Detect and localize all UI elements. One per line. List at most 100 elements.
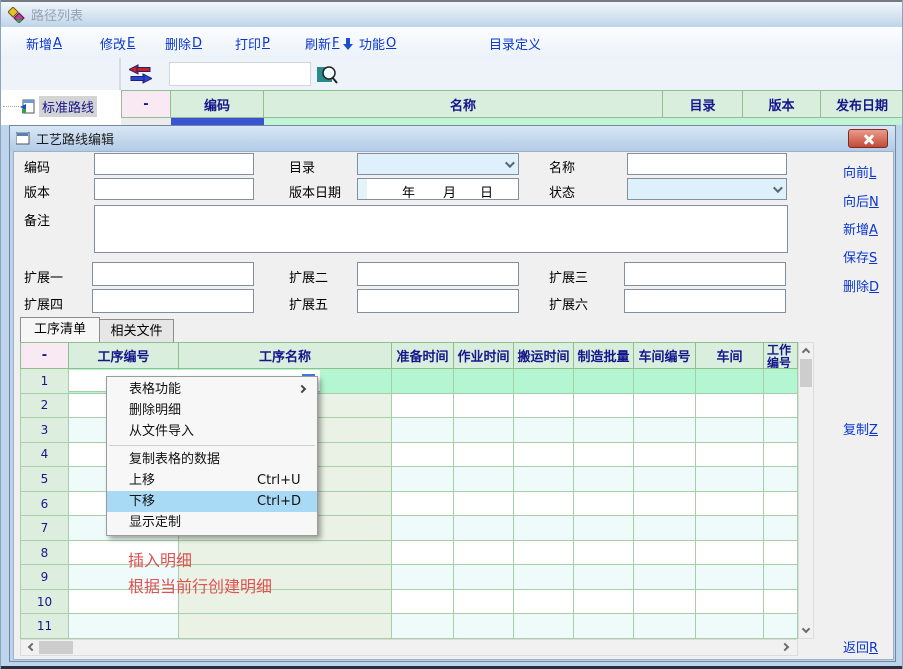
grid-cell[interactable] bbox=[392, 369, 454, 394]
grid-cell[interactable] bbox=[634, 369, 696, 394]
grid-row-number[interactable]: 11 bbox=[20, 614, 69, 639]
ext-input-2[interactable] bbox=[357, 262, 519, 286]
grid-row-number[interactable]: 1 bbox=[20, 369, 69, 394]
menu-item-delete[interactable]: 删除D bbox=[165, 34, 202, 53]
grid-column-header[interactable]: 车间编号 bbox=[634, 342, 696, 369]
search-icon[interactable] bbox=[317, 63, 339, 85]
grid-cell[interactable] bbox=[574, 516, 634, 541]
grid-cell[interactable] bbox=[514, 492, 574, 517]
grid-cell[interactable] bbox=[574, 467, 634, 492]
grid-cell[interactable] bbox=[392, 614, 454, 639]
grid-cell[interactable] bbox=[696, 394, 764, 419]
vertical-scroll-thumb[interactable] bbox=[800, 359, 812, 387]
grid-column-header[interactable]: 工作编号 bbox=[764, 342, 798, 369]
grid-cell[interactable] bbox=[574, 541, 634, 566]
save-button[interactable]: 保存S bbox=[843, 247, 893, 266]
grid-column-header[interactable]: 作业时间 bbox=[454, 342, 514, 369]
grid-cell[interactable] bbox=[696, 443, 764, 468]
grid-column-header[interactable]: 车间 bbox=[696, 342, 764, 369]
ext-input-5[interactable] bbox=[357, 289, 519, 313]
grid-cell[interactable] bbox=[574, 394, 634, 419]
grid-cell[interactable] bbox=[634, 516, 696, 541]
grid-cell[interactable] bbox=[764, 590, 798, 615]
ext-input-1[interactable] bbox=[92, 262, 254, 286]
grid-cell[interactable] bbox=[454, 492, 514, 517]
name-input[interactable] bbox=[627, 153, 787, 175]
tab-related-files[interactable]: 相关文件 bbox=[100, 319, 174, 342]
grid-cell[interactable] bbox=[696, 418, 764, 443]
grid-cell[interactable] bbox=[574, 492, 634, 517]
grid-cell[interactable] bbox=[574, 590, 634, 615]
grid-cell[interactable] bbox=[764, 369, 798, 394]
route-list-selected-row[interactable] bbox=[121, 118, 903, 125]
grid-cell[interactable] bbox=[514, 467, 574, 492]
close-button[interactable] bbox=[848, 129, 888, 148]
grid-row-number[interactable]: 3 bbox=[20, 418, 69, 443]
grid-cell[interactable] bbox=[392, 394, 454, 419]
grid-cell[interactable] bbox=[454, 394, 514, 419]
scroll-left-icon[interactable] bbox=[23, 640, 38, 655]
grid-cell[interactable] bbox=[696, 492, 764, 517]
grid-cell[interactable] bbox=[392, 516, 454, 541]
grid-cell[interactable] bbox=[392, 443, 454, 468]
context-menu-item[interactable]: 显示定制 bbox=[107, 512, 317, 533]
list-column-header[interactable]: - bbox=[121, 90, 171, 118]
tab-process-list[interactable]: 工序清单 bbox=[20, 317, 100, 342]
scroll-right-icon[interactable] bbox=[780, 640, 795, 655]
add-button[interactable]: 新增A bbox=[843, 219, 893, 238]
status-select[interactable] bbox=[627, 178, 787, 200]
grid-cell[interactable] bbox=[514, 590, 574, 615]
grid-row-number[interactable]: 8 bbox=[20, 541, 69, 566]
grid-cell[interactable] bbox=[392, 565, 454, 590]
grid-cell[interactable] bbox=[514, 418, 574, 443]
grid-cell[interactable] bbox=[696, 614, 764, 639]
grid-cell[interactable] bbox=[634, 394, 696, 419]
delete-button[interactable]: 删除D bbox=[843, 276, 893, 295]
backward-button[interactable]: 向后N bbox=[843, 191, 893, 210]
context-menu-item[interactable]: 删除明细 bbox=[107, 400, 317, 421]
grid-cell[interactable] bbox=[574, 614, 634, 639]
context-menu-item[interactable]: 从文件导入 bbox=[107, 421, 317, 442]
grid-cell[interactable] bbox=[392, 492, 454, 517]
grid-cell[interactable] bbox=[392, 590, 454, 615]
context-menu-item[interactable]: 表格功能 bbox=[107, 379, 317, 400]
grid-cell[interactable] bbox=[69, 614, 179, 639]
code-input[interactable] bbox=[94, 153, 254, 175]
grid-cell[interactable] bbox=[634, 590, 696, 615]
grid-cell[interactable] bbox=[764, 492, 798, 517]
grid-row-11[interactable]: 11 bbox=[20, 614, 798, 639]
grid-cell[interactable] bbox=[764, 418, 798, 443]
grid-cell[interactable] bbox=[764, 614, 798, 639]
grid-cell[interactable] bbox=[574, 369, 634, 394]
menu-item-directory-define[interactable]: 目录定义 bbox=[489, 34, 541, 53]
grid-cell[interactable] bbox=[634, 443, 696, 468]
list-column-header[interactable]: 版本 bbox=[743, 90, 821, 118]
list-column-header[interactable]: 发布日期 bbox=[821, 90, 903, 118]
grid-column-header[interactable]: 制造批量 bbox=[574, 342, 634, 369]
remark-textarea[interactable] bbox=[94, 205, 788, 253]
grid-cell[interactable] bbox=[696, 565, 764, 590]
grid-cell[interactable] bbox=[392, 467, 454, 492]
grid-cell[interactable] bbox=[764, 467, 798, 492]
grid-cell[interactable] bbox=[454, 516, 514, 541]
version-date-input[interactable]: 年 月 日 bbox=[357, 178, 519, 200]
grid-cell[interactable] bbox=[696, 516, 764, 541]
grid-cell[interactable] bbox=[634, 467, 696, 492]
grid-cell[interactable] bbox=[454, 443, 514, 468]
grid-row-number[interactable]: 7 bbox=[20, 516, 69, 541]
grid-cell[interactable] bbox=[634, 492, 696, 517]
grid-cell[interactable] bbox=[696, 590, 764, 615]
grid-column-header[interactable]: 工序名称 bbox=[179, 342, 392, 369]
grid-cell[interactable] bbox=[514, 614, 574, 639]
ext-input-3[interactable] bbox=[624, 262, 786, 286]
grid-cell[interactable] bbox=[514, 443, 574, 468]
grid-cell[interactable] bbox=[634, 418, 696, 443]
context-menu-item[interactable]: 下移Ctrl+D bbox=[107, 491, 317, 512]
grid-cell[interactable] bbox=[764, 565, 798, 590]
list-column-header[interactable]: 目录 bbox=[663, 90, 743, 118]
grid-cell[interactable] bbox=[634, 614, 696, 639]
list-column-header[interactable]: 编码 bbox=[171, 90, 264, 118]
grid-cell[interactable] bbox=[454, 565, 514, 590]
grid-cell[interactable] bbox=[179, 541, 392, 566]
insert-detail-action[interactable]: 插入明细 bbox=[128, 547, 192, 571]
